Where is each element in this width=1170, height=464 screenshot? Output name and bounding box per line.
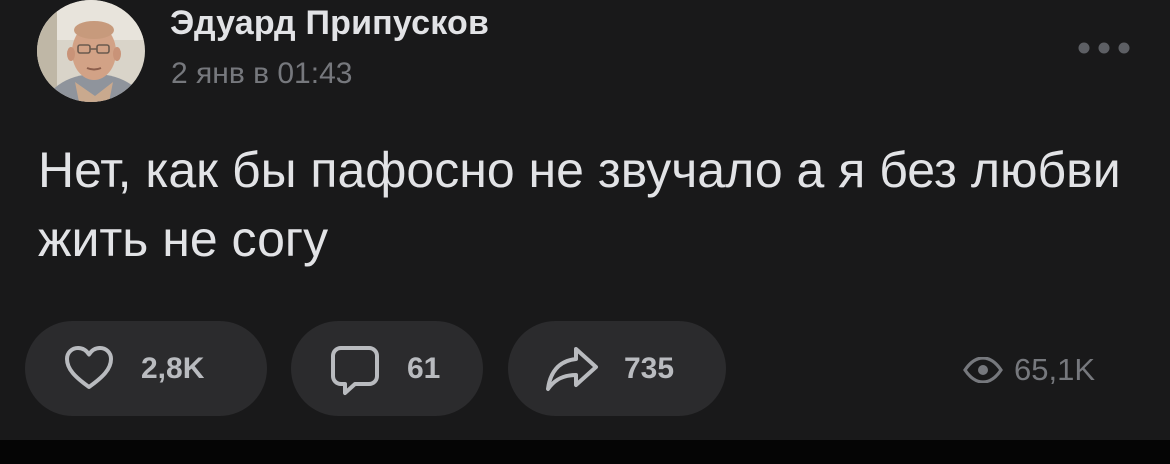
avatar[interactable] bbox=[37, 0, 145, 102]
comment-icon bbox=[331, 346, 379, 395]
post-timestamp[interactable]: 2 янв в 01:43 bbox=[171, 57, 352, 91]
views-count: 65,1K bbox=[1014, 352, 1096, 387]
like-button[interactable]: 2,8K bbox=[25, 321, 267, 416]
bottom-divider bbox=[0, 440, 1170, 464]
views-counter: 65,1K bbox=[963, 352, 1095, 388]
comment-button[interactable]: 61 bbox=[291, 321, 483, 416]
more-dots-icon bbox=[1078, 42, 1130, 54]
post-text: Нет, как бы пафосно не звучало а я без л… bbox=[38, 142, 1121, 267]
more-button[interactable] bbox=[1077, 40, 1131, 56]
like-count: 2,8K bbox=[141, 352, 205, 385]
share-button[interactable]: 735 bbox=[508, 321, 726, 416]
comment-count: 61 bbox=[407, 352, 441, 385]
share-count: 735 bbox=[624, 352, 675, 385]
share-icon bbox=[546, 347, 598, 391]
post-card: Эдуард Припусков 2 янв в 01:43 Нет, как … bbox=[0, 0, 1170, 440]
author-name[interactable]: Эдуард Припусков bbox=[170, 4, 489, 43]
avatar-photo bbox=[37, 0, 145, 102]
eye-icon bbox=[963, 357, 1003, 383]
heart-icon bbox=[65, 346, 113, 389]
